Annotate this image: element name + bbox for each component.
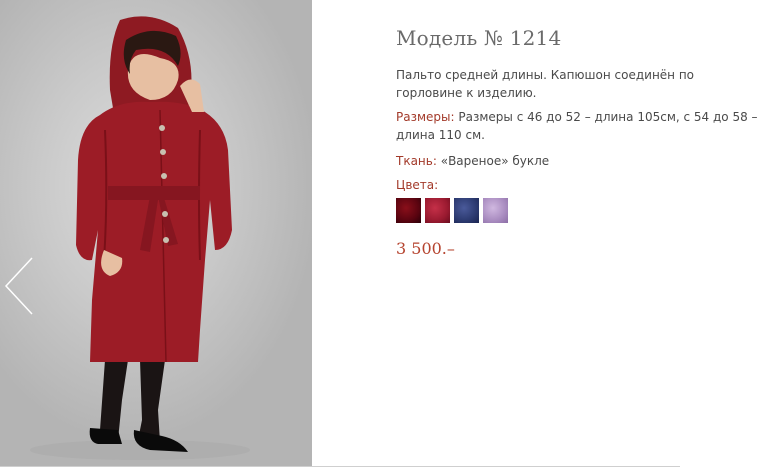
fabric-value: «Вареное» букле <box>440 154 550 168</box>
sizes-label: Размеры: <box>396 110 455 124</box>
product-description: Пальто средней длины. Капюшон соединён п… <box>396 68 695 100</box>
color-swatch-red[interactable] <box>425 198 450 223</box>
product-title: Модель № 1214 <box>396 26 562 50</box>
divider <box>0 466 680 467</box>
color-swatch-navy-blue[interactable] <box>454 198 479 223</box>
fabric-row: Ткань: «Вареное» букле <box>396 152 758 170</box>
product-info: Модель № 1214 Пальто средней длины. Капю… <box>396 26 758 258</box>
prev-image-arrow[interactable] <box>4 256 34 316</box>
model-in-coat-illustration <box>30 16 250 460</box>
sizes-row: Размеры: Размеры с 46 до 52 – длина 105с… <box>396 108 758 144</box>
color-swatch-dark-red[interactable] <box>396 198 421 223</box>
color-swatches <box>396 198 758 223</box>
color-swatch-lilac[interactable] <box>483 198 508 223</box>
chevron-left-icon <box>4 257 33 315</box>
product-photo <box>0 0 312 466</box>
colors-label: Цвета: <box>396 178 439 192</box>
product-price: 3 500.– <box>396 239 455 258</box>
fabric-label: Ткань: <box>396 154 437 168</box>
